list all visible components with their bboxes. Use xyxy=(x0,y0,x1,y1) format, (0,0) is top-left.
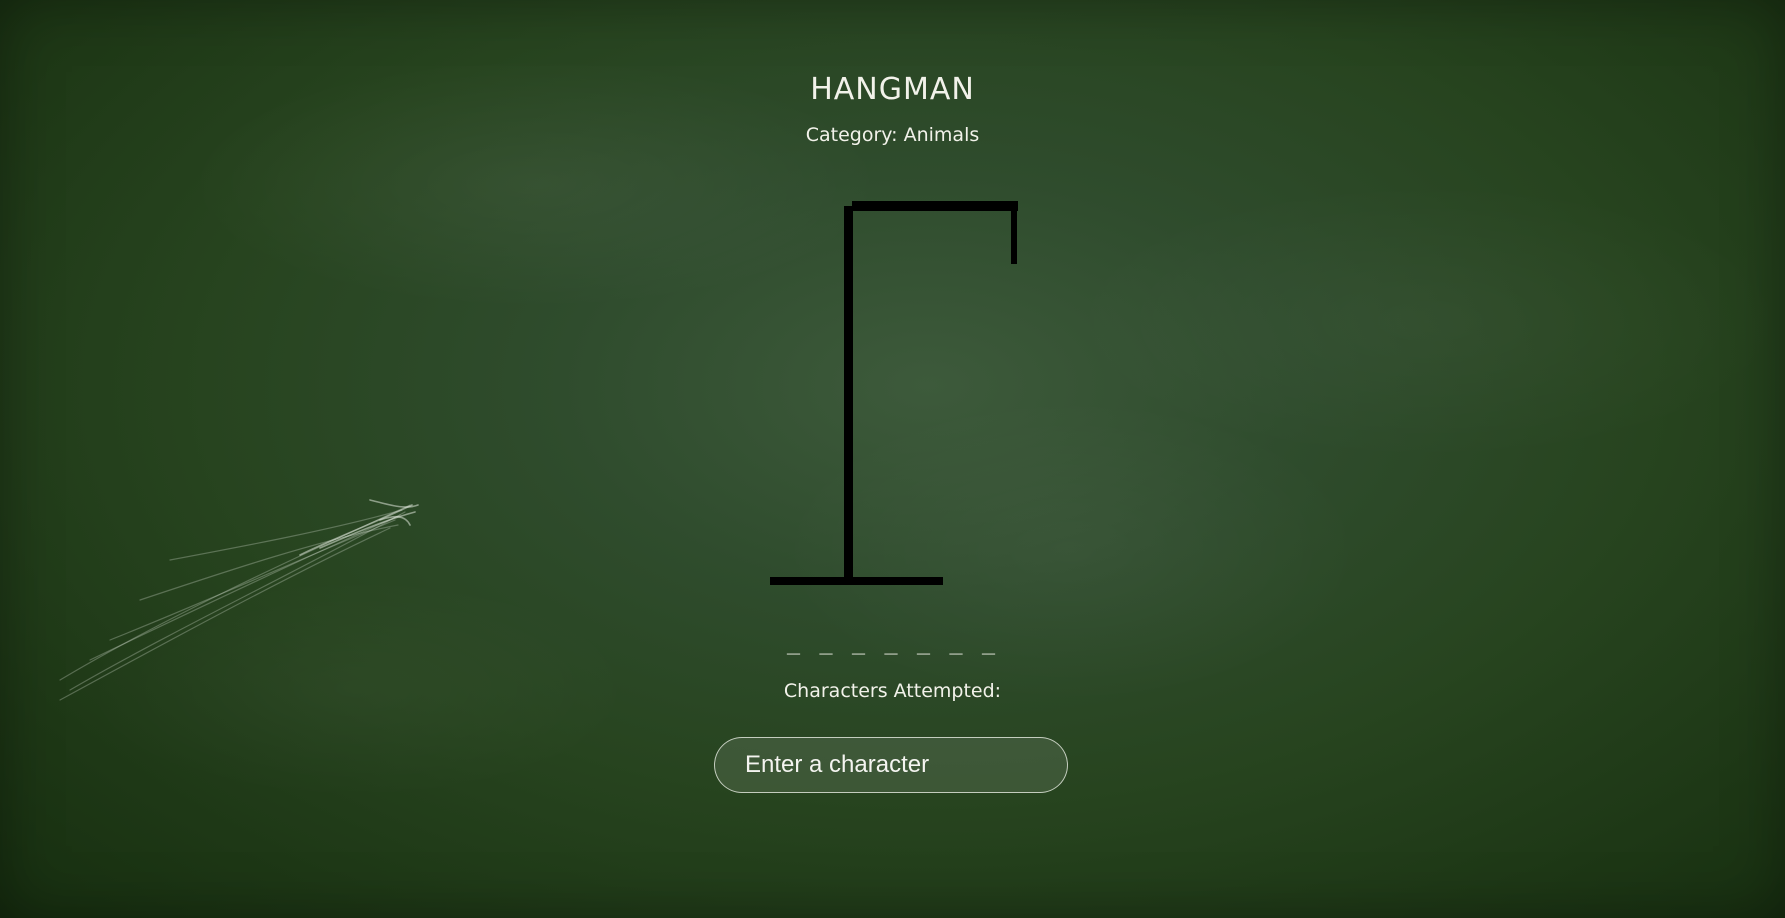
gallows-rope xyxy=(1011,201,1017,264)
gallows-pole xyxy=(844,206,853,582)
gallows-beam xyxy=(852,201,1018,211)
attempted-label-text: Characters Attempted: xyxy=(783,680,1002,702)
category-label: Category: Animals xyxy=(805,124,980,146)
game-title: HANGMAN xyxy=(810,72,975,107)
gallows-base xyxy=(770,577,943,585)
hangman-gallows xyxy=(770,201,1018,585)
characters-attempted-label: Characters Attempted: xyxy=(0,680,1785,702)
character-input[interactable] xyxy=(714,737,1068,793)
word-blanks: _ _ _ _ _ _ _ xyxy=(786,630,999,655)
